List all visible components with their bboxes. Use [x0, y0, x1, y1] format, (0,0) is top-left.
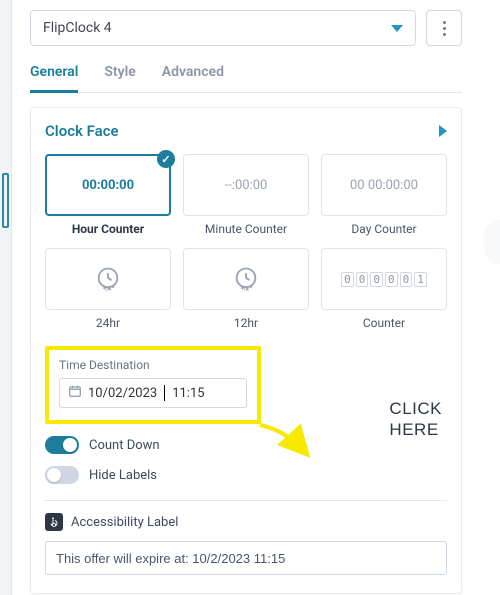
panel-collapse-handle[interactable]: [486, 220, 500, 262]
section-header[interactable]: Clock Face: [45, 122, 447, 140]
option-label: Counter: [321, 316, 447, 330]
option-label: 24hr: [45, 316, 171, 330]
more-options-button[interactable]: [426, 10, 462, 46]
option-label: Hour Counter: [45, 222, 171, 236]
tab-advanced[interactable]: Advanced: [162, 64, 224, 92]
option-hour-counter[interactable]: ✓ 00:00:00: [45, 154, 171, 216]
hide-labels-label: Hide Labels: [89, 468, 157, 483]
widget-select[interactable]: FlipClock 4: [30, 10, 416, 46]
option-24hr[interactable]: 24: [45, 248, 171, 310]
clock-face-section: Clock Face ✓ 00:00:00 Hour Counter --:00…: [30, 107, 462, 594]
left-rail: [0, 0, 12, 595]
divider: [45, 500, 447, 501]
option-minute-counter[interactable]: --:00:00: [183, 154, 309, 216]
tab-general[interactable]: General: [30, 64, 78, 93]
clock-face-grid: ✓ 00:00:00 Hour Counter --:00:00 Minute …: [45, 154, 447, 330]
chevron-down-icon: [391, 25, 403, 32]
widget-select-value: FlipClock 4: [43, 20, 112, 36]
left-rail-selection: [2, 173, 9, 228]
clock-24-icon: 24: [94, 265, 122, 293]
dots-vertical-icon: [443, 21, 446, 24]
section-title: Clock Face: [45, 122, 119, 140]
counter-digits-preview: 0 0 0 0 0 1: [341, 272, 427, 287]
settings-panel: FlipClock 4 General Style Advanced Clock…: [12, 0, 480, 595]
time-destination-input[interactable]: 10/02/2023 11:15: [59, 378, 247, 408]
option-day-counter[interactable]: 00 00:00:00: [321, 154, 447, 216]
count-down-toggle[interactable]: [45, 436, 79, 454]
clock-12-icon: 12: [232, 265, 260, 293]
svg-text:12: 12: [243, 287, 250, 293]
option-preview: 00:00:00: [82, 178, 134, 193]
time-destination-label: Time Destination: [59, 358, 247, 372]
option-label: 12hr: [183, 316, 309, 330]
option-12hr[interactable]: 12: [183, 248, 309, 310]
accessibility-icon: [45, 513, 63, 531]
option-preview: 00 00:00:00: [350, 178, 418, 193]
option-counter[interactable]: 0 0 0 0 0 1: [321, 248, 447, 310]
time-destination-highlight: Time Destination 10/02/2023 11:15: [45, 346, 261, 424]
count-down-label: Count Down: [89, 438, 160, 453]
chevron-right-icon: [439, 125, 447, 137]
option-preview: --:00:00: [225, 178, 268, 193]
check-icon: ✓: [157, 150, 175, 168]
svg-text:24: 24: [105, 287, 112, 293]
tab-style[interactable]: Style: [104, 64, 135, 92]
option-label: Minute Counter: [183, 222, 309, 236]
option-label: Day Counter: [321, 222, 447, 236]
annotation-text: CLICK HERE: [389, 398, 442, 441]
accessibility-input[interactable]: [45, 541, 447, 575]
hide-labels-toggle[interactable]: [45, 466, 79, 484]
text-cursor: [164, 385, 165, 401]
calendar-icon: [68, 384, 82, 402]
date-value-after: 11:15: [172, 386, 204, 401]
right-rail: [480, 0, 500, 595]
date-value-before: 10/02/2023: [88, 386, 157, 401]
accessibility-label-text: Accessibility Label: [71, 515, 178, 530]
tabs: General Style Advanced: [30, 64, 462, 93]
